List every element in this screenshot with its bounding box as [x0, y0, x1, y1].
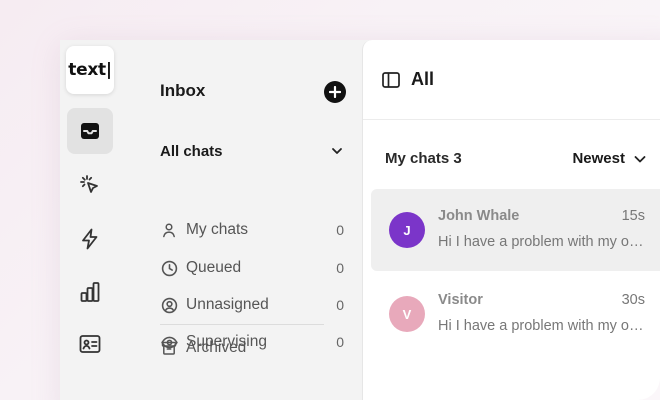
nav-item-my-chats[interactable]: My chats 0	[160, 218, 344, 242]
nav-item-label: Queued	[186, 259, 242, 276]
divider	[160, 324, 324, 325]
chat-time: 15s	[621, 208, 645, 224]
nav-item-queued[interactable]: Queued 0	[160, 256, 344, 280]
chat-time: 30s	[621, 292, 645, 308]
bar-chart-icon	[80, 282, 100, 302]
rail-contacts-button[interactable]	[67, 321, 113, 367]
avatar: J	[389, 212, 425, 248]
nav-item-count: 0	[336, 260, 344, 276]
chat-list-title: All	[411, 69, 435, 89]
clock-icon	[160, 259, 178, 277]
app-window: text| Inbox All chats My chats 0 Queued …	[60, 40, 660, 400]
chat-list-subheader: My chats 3 Newest	[385, 150, 647, 167]
chat-row[interactable]: V Visitor 30s Hi I have a problem with m…	[371, 273, 660, 355]
chevron-down-icon	[332, 148, 342, 154]
rail-clicks-button[interactable]	[67, 162, 113, 208]
all-chats-section-toggle[interactable]: All chats	[160, 141, 344, 161]
new-chat-button[interactable]	[324, 81, 346, 103]
user-icon	[160, 221, 178, 239]
chat-name: Visitor	[438, 292, 483, 308]
archived-link[interactable]: Archived	[160, 336, 344, 360]
cursor-click-icon	[80, 175, 98, 193]
avatar: V	[389, 296, 425, 332]
sort-dropdown[interactable]: Newest	[572, 150, 647, 167]
app-frame: text| Inbox All chats My chats 0 Queued …	[0, 0, 660, 400]
sidebar-toggle-icon[interactable]	[381, 70, 401, 90]
inbox-title: Inbox	[160, 81, 206, 100]
rail-inbox-button[interactable]	[67, 108, 113, 154]
archived-label: Archived	[186, 339, 247, 356]
user-circle-icon	[160, 296, 178, 314]
rail-reports-button[interactable]	[67, 269, 113, 315]
icon-rail: text|	[60, 40, 122, 400]
chat-preview: Hi I have a problem with my order	[438, 234, 648, 250]
archive-icon	[160, 339, 178, 357]
chat-name: John Whale	[438, 208, 520, 224]
rail-automations-button[interactable]	[67, 216, 113, 262]
chevron-down-icon	[634, 155, 646, 162]
inbox-icon	[81, 123, 99, 139]
contact-card-icon	[79, 335, 101, 353]
nav-item-count: 0	[336, 222, 344, 238]
chat-list-panel: All My chats 3 Newest J John Whale 15s H…	[362, 40, 660, 400]
chat-preview: Hi I have a problem with my order	[438, 318, 648, 334]
my-chats-count: My chats 3	[385, 150, 462, 167]
lightning-icon	[82, 228, 98, 250]
logo: text|	[66, 46, 114, 94]
chat-list-header: All	[363, 40, 660, 120]
nav-item-unassigned[interactable]: Unnasigned 0	[160, 293, 344, 317]
nav-item-label: My chats	[186, 221, 249, 238]
nav-item-count: 0	[336, 297, 344, 313]
all-chats-title: All chats	[160, 142, 223, 160]
plus-circle-icon	[329, 86, 341, 98]
chat-row[interactable]: J John Whale 15s Hi I have a problem wit…	[371, 189, 660, 271]
nav-item-label: Unnasigned	[186, 296, 269, 313]
sort-label: Newest	[572, 150, 625, 167]
